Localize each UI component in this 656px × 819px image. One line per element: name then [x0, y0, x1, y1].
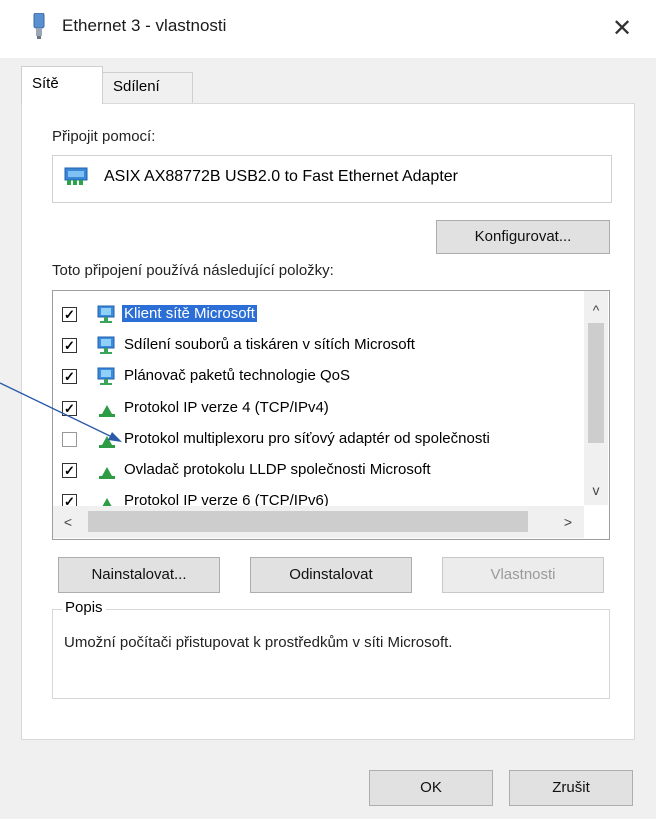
uninstall-button[interactable]: Odinstalovat: [250, 557, 412, 593]
configure-label: Konfigurovat...: [474, 228, 572, 245]
network-card-icon: [64, 167, 88, 185]
description-text: Umožní počítači přistupovat k prostředků…: [64, 634, 453, 651]
item-checkbox[interactable]: ✓: [62, 307, 77, 322]
list-item[interactable]: Protokol multiplexoru pro síťový adaptér…: [62, 427, 582, 453]
configure-button[interactable]: Konfigurovat...: [436, 220, 610, 254]
properties-button: Vlastnosti: [442, 557, 604, 593]
protocol-icon: [99, 467, 115, 479]
network-icon: [97, 305, 115, 323]
items-label: Toto připojení používá následující polož…: [52, 262, 334, 279]
ok-button[interactable]: OK: [369, 770, 493, 806]
network-icon: [97, 336, 115, 355]
item-checkbox[interactable]: ✓: [62, 400, 77, 416]
close-button[interactable]: ✕: [602, 12, 642, 46]
list-item[interactable]: ✓ Sdílení souborů a tiskáren v sítích Mic…: [62, 333, 582, 359]
adapter-name: ASIX AX88772B USB2.0 to Fast Ethernet Ad…: [104, 168, 458, 185]
vertical-scroll-thumb[interactable]: [588, 323, 604, 443]
scroll-right-arrow[interactable]: >: [560, 514, 576, 530]
window-title: Ethernet 3 - vlastnosti: [62, 16, 227, 35]
list-item-label: Protokol IP verze 4 (TCP/IPv4): [124, 398, 329, 416]
connect-using-label: Připojit pomocí:: [52, 128, 156, 145]
scroll-down-arrow[interactable]: v: [588, 482, 604, 498]
description-label: Popis: [62, 599, 106, 616]
horizontal-scroll-thumb[interactable]: [88, 511, 528, 532]
install-button[interactable]: Nainstalovat...: [58, 557, 220, 593]
tab-sharing[interactable]: Sdílení: [103, 72, 193, 103]
cancel-button[interactable]: Zrušit: [509, 770, 633, 806]
scroll-up-arrow[interactable]: ^: [588, 302, 604, 318]
protocol-icon: [99, 435, 115, 448]
tab-networks[interactable]: Sítě: [21, 66, 103, 104]
list-item[interactable]: ✓ Klient sítě Microsoft: [62, 302, 582, 328]
item-checkbox[interactable]: [62, 431, 77, 447]
scroll-left-arrow[interactable]: <: [60, 514, 76, 530]
item-checkbox[interactable]: ✓: [62, 338, 77, 354]
item-checkbox[interactable]: ✓: [62, 369, 77, 385]
list-item[interactable]: ✓ Protokol IP verze 4 (TCP/IPv4): [62, 396, 582, 422]
item-checkbox[interactable]: ✓: [62, 463, 77, 478]
list-item[interactable]: ✓ Plánovač paketů technologie QoS: [62, 364, 582, 390]
list-item-label: Klient sítě Microsoft: [122, 305, 257, 322]
network-icon: [97, 367, 115, 386]
protocol-icon: [99, 404, 115, 417]
description-group: [52, 609, 610, 699]
list-item[interactable]: ✓ Ovladač protokolu LLDP společnosti Micr…: [62, 458, 582, 484]
list-item-label: Sdílení souborů a tiskáren v sítích Micr…: [124, 336, 415, 354]
network-adapter-icon: [33, 13, 45, 39]
list-item-label: Ovladač protokolu LLDP společnosti Micro…: [124, 461, 431, 478]
list-item-label: Plánovač paketů technologie QoS: [124, 367, 350, 385]
list-item-label: Protokol multiplexoru pro síťový adaptér…: [124, 429, 490, 447]
